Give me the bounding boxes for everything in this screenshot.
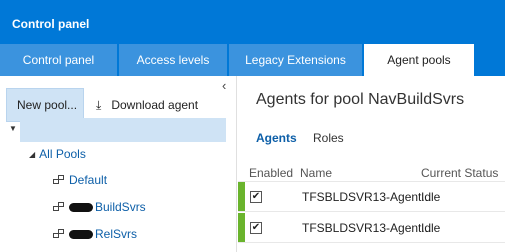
subtab-agents[interactable]: Agents [256, 131, 297, 145]
tab-bar: Control panel Access levels Legacy Exten… [0, 44, 505, 76]
table-row[interactable]: ✔ TFSBLDSVR13-Agent... Idle [238, 182, 505, 212]
app-title: Control panel [12, 17, 90, 31]
pool-icon [53, 175, 65, 185]
subtab-roles[interactable]: Roles [313, 131, 344, 145]
download-icon: ⤓ [96, 97, 102, 112]
tab-agent-pools[interactable]: Agent pools [364, 44, 474, 76]
tab-legacy-extensions[interactable]: Legacy Extensions [229, 44, 362, 76]
column-header-enabled[interactable]: Enabled [249, 166, 293, 180]
enabled-checkbox[interactable]: ✔ [250, 222, 262, 234]
column-header-name[interactable]: Name [300, 166, 332, 180]
online-status-bar [238, 213, 245, 243]
row-divider [238, 242, 505, 243]
tree-item-relsvrs[interactable]: RelSvrs [53, 227, 137, 241]
pool-label: BuildSvrs [95, 200, 146, 214]
download-agent-label: Download agent [111, 98, 199, 112]
tab-control-panel[interactable]: Control panel [0, 44, 117, 76]
agent-status: Idle [421, 221, 441, 235]
collapse-panel-icon[interactable]: ‹ [222, 78, 226, 93]
redaction-mark [69, 229, 93, 239]
new-pool-button[interactable]: New pool... [6, 88, 84, 122]
agent-name: TFSBLDSVR13-Agent... [302, 190, 432, 204]
tree-item-default[interactable]: Default [53, 173, 107, 187]
enabled-checkbox[interactable]: ✔ [250, 191, 262, 203]
download-agent-button[interactable]: ⤓ Download agent [96, 88, 198, 122]
online-status-bar [238, 182, 245, 212]
tab-access-levels[interactable]: Access levels [119, 44, 227, 76]
expand-arrow-icon[interactable]: ▼ [9, 124, 17, 133]
column-header-status[interactable]: Current Status [421, 166, 498, 180]
selected-pool-highlight [20, 118, 226, 142]
pools-panel: ‹ New pool... ⤓ Download agent [0, 76, 237, 252]
title-bar: Control panel [0, 0, 505, 44]
collapse-arrow-icon: ◢ [29, 149, 36, 159]
row-divider [238, 211, 505, 212]
control-panel-window: Control panel Control panel Access level… [0, 0, 505, 252]
page-title: Agents for pool NavBuildSvrs [256, 91, 465, 108]
pool-label: RelSvrs [95, 227, 138, 241]
pool-icon [53, 229, 65, 239]
tree-root-label: All Pools [39, 147, 86, 161]
tree-item-all-pools[interactable]: ◢ All Pools [29, 147, 86, 161]
agent-status: Idle [421, 190, 441, 204]
redaction-mark [69, 202, 93, 212]
pool-label: Default [69, 173, 108, 187]
pool-icon [53, 202, 65, 212]
table-row[interactable]: ✔ TFSBLDSVR13-Agent... Idle [238, 213, 505, 243]
tree-item-buildsvrs[interactable]: BuildSvrs [53, 200, 146, 214]
agent-name: TFSBLDSVR13-Agent... [302, 221, 432, 235]
